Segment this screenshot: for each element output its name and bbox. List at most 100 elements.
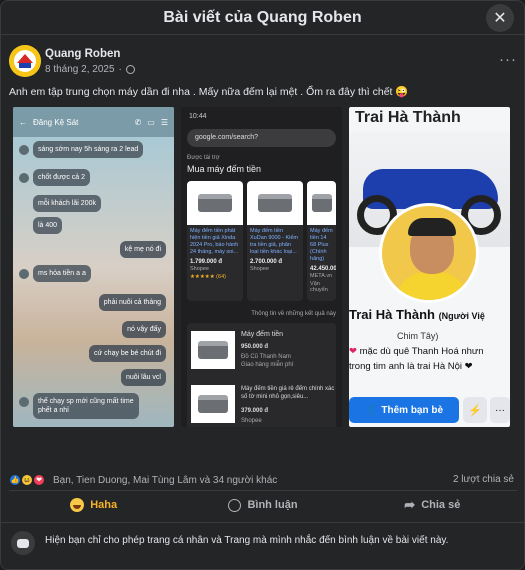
chat-avatar bbox=[19, 173, 29, 183]
add-friend-label: Thêm bạn bè bbox=[381, 404, 444, 416]
media-photo-profile[interactable]: Trai Hà Thành Trai Hà Thành (Người Việ C… bbox=[349, 107, 510, 427]
product-shop: Shopee bbox=[190, 266, 209, 272]
profile-name-suffix: (Người Việ bbox=[438, 311, 485, 321]
comment-bubble-icon bbox=[11, 531, 35, 555]
chat-header: ← Đăng Kệ Sát ✆ ▭ ☰ bbox=[13, 107, 174, 137]
love-reaction-icon: ❤ bbox=[33, 474, 45, 486]
reactions-text: Bạn, Tien Duong, Mai Tùng Lâm và 34 ngườ… bbox=[53, 474, 278, 486]
media-photo-chat[interactable]: ← Đăng Kệ Sát ✆ ▭ ☰ sáng sớm nay 5h sáng… bbox=[13, 107, 174, 427]
avatar[interactable] bbox=[9, 45, 41, 77]
chat-bubble: ms hóa tiền a a bbox=[33, 265, 91, 282]
list-item-title: Máy đếm tiền giá rẻ đếm chính xác số tờ … bbox=[241, 386, 335, 400]
bio-line-2: trong tim anh là trai Hà Nội ❤ bbox=[349, 361, 473, 372]
address-bar: google.com/search? bbox=[187, 129, 336, 147]
bio-text: mặc dù quê Thanh Hoá nhưn bbox=[359, 346, 484, 357]
shares-count[interactable]: 2 lượt chia sẻ bbox=[453, 474, 514, 485]
chat-bubble: nó vậy đấy bbox=[122, 321, 166, 338]
product-shop: Shopee bbox=[250, 266, 269, 272]
product-cards: Máy đếm tiền phát hiện tiền giả Xinda 20… bbox=[181, 177, 342, 305]
bio-line-1: ❤ mặc dù quê Thanh Hoá nhưn bbox=[349, 346, 484, 357]
list-item: Máy đếm tiền 950.000 đ Đồ Cũ Thanh Nam G… bbox=[191, 327, 331, 377]
money-counter-image bbox=[198, 395, 228, 413]
status-bar-time: 10:44 bbox=[189, 113, 207, 120]
profile-bio: Chim Tây) ❤ mặc dù quê Thanh Hoá nhưn tr… bbox=[349, 329, 484, 374]
modal-header: Bài viết của Quang Roben ✕ bbox=[1, 1, 524, 35]
haha-reaction-icon: 😆 bbox=[21, 474, 33, 486]
money-counter-image bbox=[258, 194, 293, 212]
globe-icon bbox=[125, 65, 135, 74]
list-item: Máy đếm tiền giá rẻ đếm chính xác số tờ … bbox=[191, 381, 334, 427]
add-friend-icon: 👤 bbox=[364, 404, 378, 416]
chat-bubble: là 400 bbox=[33, 217, 63, 234]
list-item-ship: Giao hàng miễn phí bbox=[241, 362, 294, 368]
close-button[interactable]: ✕ bbox=[486, 4, 514, 32]
shopping-heading: Mua máy đếm tiền bbox=[187, 164, 262, 174]
chat-bubble: mỗi khách lãi 200k bbox=[33, 195, 101, 212]
profile-nickname: Chim Tây) bbox=[397, 331, 439, 341]
like-reaction-icon: 👍 bbox=[9, 474, 21, 486]
more-options-button[interactable]: ··· bbox=[499, 51, 517, 68]
list-item-title: Máy đếm tiền bbox=[241, 331, 284, 338]
menu-icon: ☰ bbox=[160, 117, 168, 127]
comment-button[interactable]: Bình luận bbox=[178, 493, 347, 517]
post-header: Quang Roben 8 tháng 2, 2025 · ··· bbox=[9, 45, 517, 81]
chat-bubble: nuôi lâu vcl bbox=[120, 369, 166, 386]
product-title: Máy đếm tiền phát hiện tiền giả Xinda 20… bbox=[190, 228, 239, 255]
profile-more-button: ··· bbox=[490, 397, 510, 423]
comment-label: Bình luận bbox=[247, 499, 298, 511]
money-counter-image bbox=[198, 341, 228, 359]
more-icon: ··· bbox=[495, 404, 505, 416]
modal-title: Bài viết của Quang Roben bbox=[163, 8, 362, 26]
money-counter-image bbox=[198, 194, 232, 212]
product-card: Máy đếm tiền XuDan 9000 - Kiểm tra tiền … bbox=[247, 181, 304, 301]
post-date[interactable]: 8 tháng 2, 2025 bbox=[45, 64, 115, 75]
add-friend-button: 👤 Thêm bạn bè bbox=[349, 397, 459, 423]
chat-bubble: chốt được cả 2 bbox=[33, 169, 91, 186]
reactions-summary[interactable]: 👍 😆 ❤ Bạn, Tien Duong, Mai Tùng Lâm và 3… bbox=[9, 474, 277, 486]
list-item-price: 950.000 đ bbox=[241, 344, 269, 350]
haha-icon bbox=[70, 498, 85, 512]
profile-name: Trai Hà Thành (Người Việ bbox=[349, 307, 485, 322]
cover-text: Trai Hà Thành bbox=[355, 109, 461, 126]
chat-avatar bbox=[19, 145, 29, 155]
divider bbox=[9, 490, 517, 491]
chat-bubble: thế chạy sp mới cũng mất time phết a nhỉ bbox=[33, 393, 139, 419]
money-counter-image bbox=[311, 194, 332, 212]
author-name[interactable]: Quang Roben bbox=[45, 48, 120, 60]
share-icon: ➦ bbox=[404, 497, 416, 512]
list-item-price: 379.000 đ bbox=[241, 408, 269, 414]
video-icon: ▭ bbox=[147, 117, 155, 127]
product-rating: ★★★★★ (64) bbox=[190, 274, 226, 280]
hair bbox=[408, 218, 456, 236]
chat-avatar bbox=[19, 397, 29, 407]
messenger-icon: ⚡ bbox=[468, 404, 482, 417]
sponsored-label: Được tài trợ bbox=[187, 155, 220, 161]
comment-restriction-notice: Hiện bạn chỉ cho phép trang cá nhân và T… bbox=[1, 522, 524, 569]
product-ship: Vận chuyển bbox=[310, 281, 328, 293]
meta-separator: · bbox=[118, 64, 122, 75]
media-photo-search[interactable]: 10:44 google.com/search? Được tài trợ Mu… bbox=[181, 107, 342, 427]
product-card: Máy đếm tiền phát hiện tiền giả Xinda 20… bbox=[187, 181, 244, 301]
product-card: Máy đếm tiền 14 68 Plus (Chính hãng) 42.… bbox=[307, 181, 336, 301]
action-bar: Haha Bình luận ➦ Chia sẻ bbox=[9, 493, 517, 517]
chat-bubble: cứ chạy be bé chút đi bbox=[89, 345, 166, 362]
haha-label: Haha bbox=[90, 499, 118, 511]
comment-icon bbox=[228, 498, 242, 512]
share-label: Chia sẻ bbox=[421, 499, 461, 511]
close-icon: ✕ bbox=[493, 10, 507, 27]
profile-photo bbox=[379, 203, 479, 303]
messenger-button: ⚡ bbox=[463, 397, 487, 423]
profile-name-main: Trai Hà Thành bbox=[349, 307, 435, 322]
share-button[interactable]: ➦ Chia sẻ bbox=[348, 493, 517, 517]
post-meta: 8 tháng 2, 2025 · bbox=[45, 64, 135, 75]
haha-button[interactable]: Haha bbox=[9, 493, 178, 517]
chat-title: Đăng Kệ Sát bbox=[33, 117, 79, 127]
results-info: Thông tin về những kết quả này bbox=[251, 311, 336, 317]
list-item-shop: Shopee bbox=[241, 418, 262, 424]
back-arrow-icon: ← bbox=[19, 117, 27, 127]
chat-bubble: kệ mẹ nó đi bbox=[119, 241, 166, 258]
shirt bbox=[396, 272, 468, 300]
list-item-shop: Đồ Cũ Thanh Nam bbox=[241, 354, 291, 360]
chat-bubble: sáng sớm nay 5h sáng ra 2 lead bbox=[33, 141, 144, 158]
product-list: Máy đếm tiền 950.000 đ Đồ Cũ Thanh Nam G… bbox=[187, 323, 336, 427]
